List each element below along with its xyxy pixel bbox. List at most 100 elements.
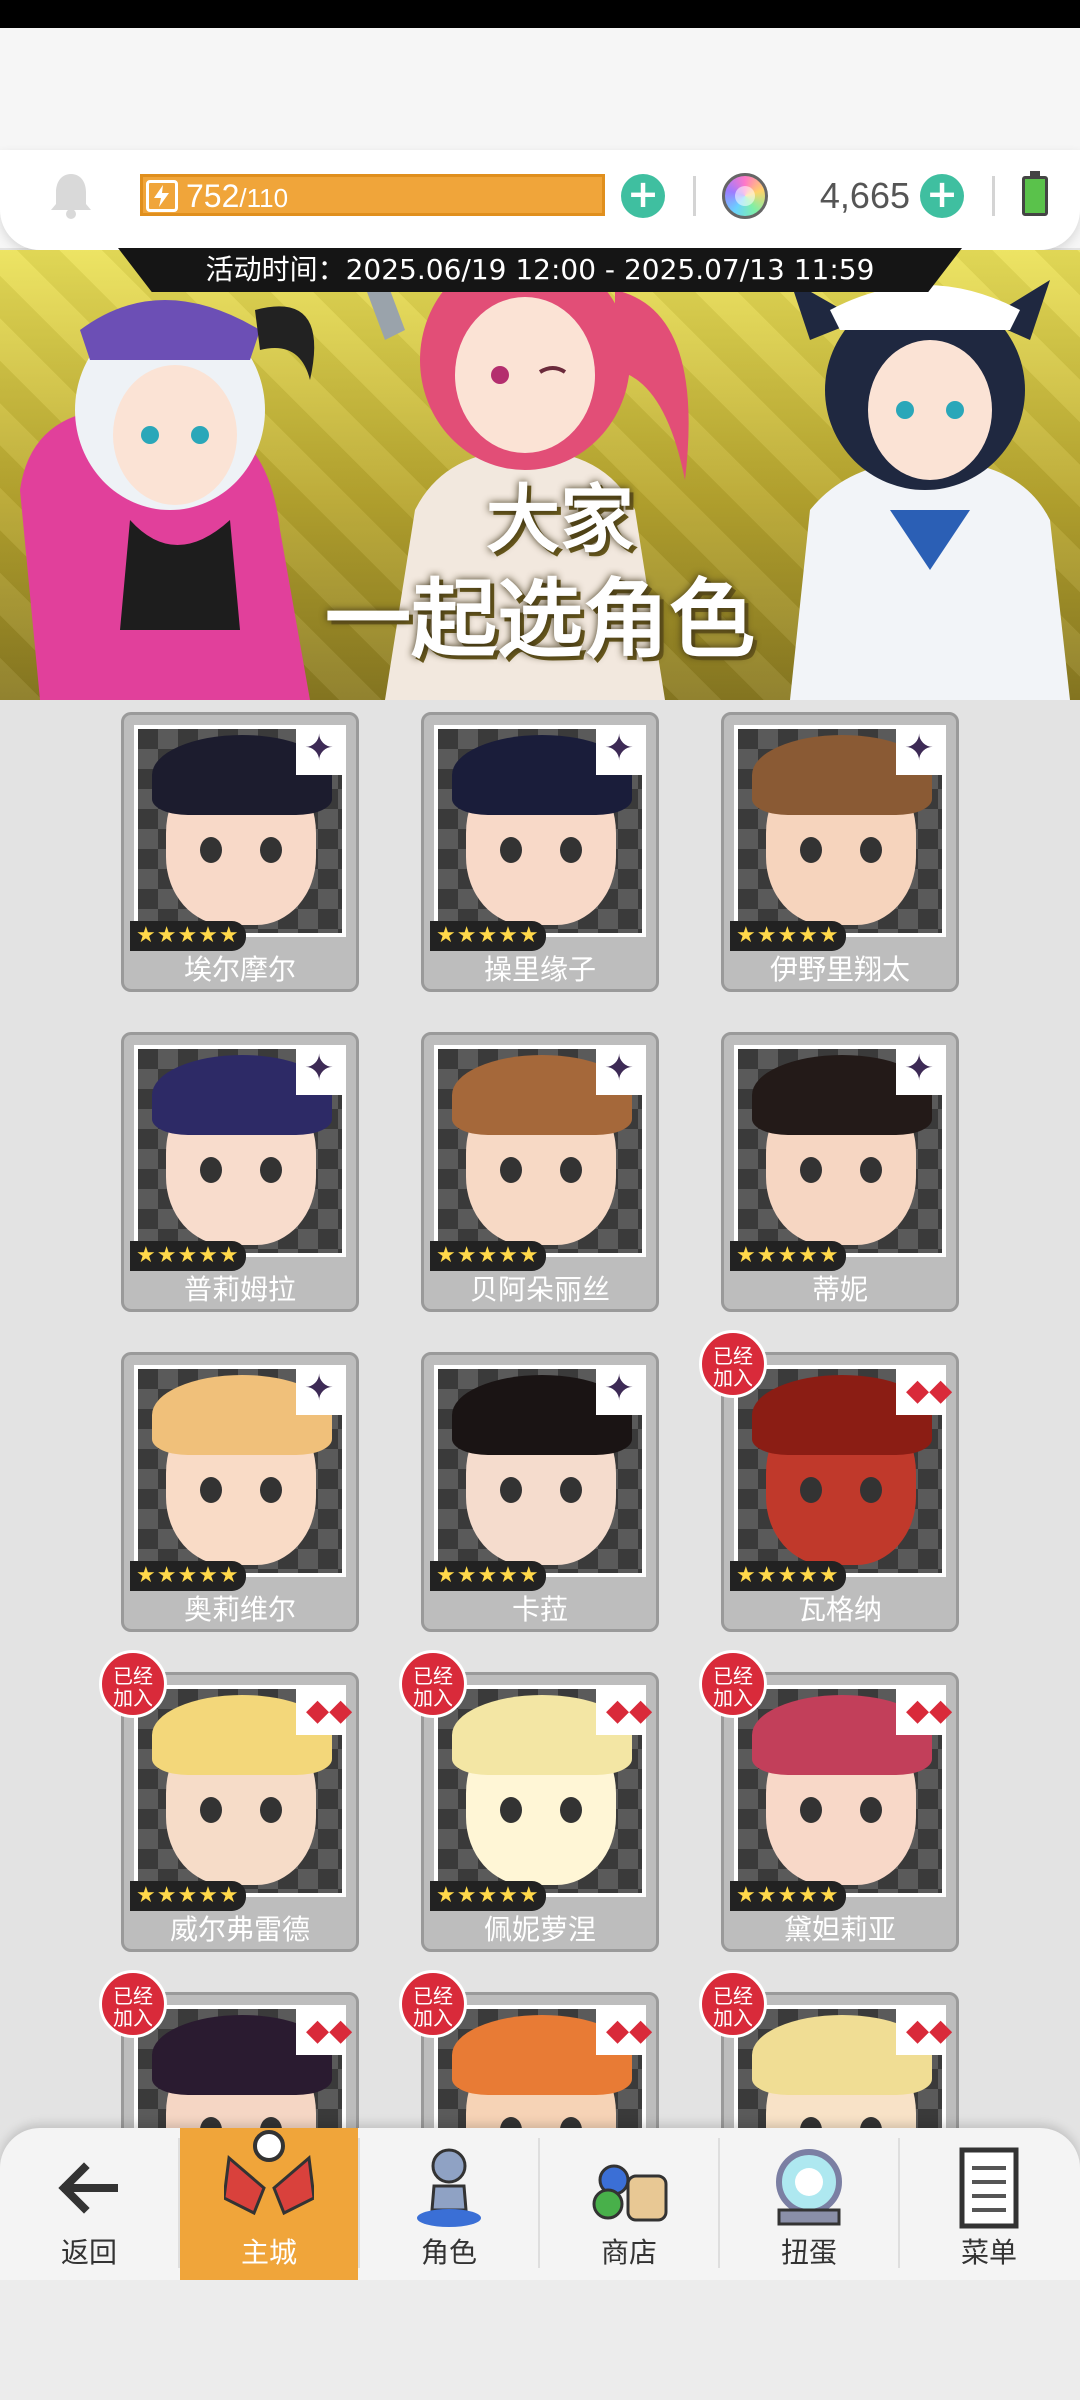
gacha-orb-icon — [776, 2149, 842, 2226]
character-card[interactable]: ◆◆ ★★★★★ 佩妮萝涅 — [421, 1672, 659, 1952]
character-card[interactable]: ✦ ★★★★★ 普莉姆拉 — [121, 1032, 359, 1312]
joined-label-line2: 加入 — [713, 1366, 753, 1390]
add-energy-button[interactable]: + — [621, 174, 665, 218]
diamond-rank-icon: ◆◆ — [896, 1685, 952, 1735]
rank-symbol: ◆◆ — [306, 1693, 353, 1728]
joined-label-line2: 加入 — [113, 1686, 153, 1710]
banner-title: 大家 一起选角色 — [300, 470, 780, 670]
joined-label-line1: 已经 — [413, 1664, 453, 1688]
joined-badge: 已经 加入 — [699, 1650, 767, 1718]
gem-icon — [722, 173, 768, 219]
nav-back-label: 返回 — [60, 2236, 117, 2269]
star-rating: ★★★★★ — [130, 1881, 246, 1911]
main-city-wings-icon — [224, 2130, 314, 2216]
nav-gacha[interactable]: 扭蛋 — [720, 2128, 898, 2280]
character-card[interactable]: ✦ ★★★★★ 奥莉维尔 — [121, 1352, 359, 1632]
character-name: 蒂妮 — [811, 1273, 868, 1306]
sparkle-rank-icon: ✦ — [596, 725, 646, 775]
rank-symbol: ✦ — [604, 1368, 635, 1409]
joined-badge: 已经 加入 — [99, 1970, 167, 2038]
character-name: 贝阿朵丽丝 — [469, 1273, 610, 1306]
gem-count: 4,665 — [819, 175, 910, 216]
nav-gacha-label: 扭蛋 — [780, 2236, 837, 2269]
joined-label-line2: 加入 — [413, 1686, 453, 1710]
diamond-rank-icon: ◆◆ — [296, 2005, 352, 2055]
divider — [992, 176, 995, 216]
diamond-rank-icon: ◆◆ — [896, 2005, 952, 2055]
character-card[interactable]: ✦ ★★★★★ 卡菈 — [421, 1352, 659, 1632]
character-card[interactable]: ✦ ★★★★★ 贝阿朵丽丝 — [421, 1032, 659, 1312]
nav-characters[interactable]: 角色 — [360, 2128, 538, 2280]
character-card[interactable]: ✦ ★★★★★ 蒂妮 — [721, 1032, 959, 1312]
event-time: 活动时间：2025.06/19 12:00 - 2025.07/13 11:59 — [205, 253, 875, 286]
rank-symbol: ◆◆ — [306, 2013, 353, 2048]
nav-main-city[interactable]: 主城 — [180, 2128, 358, 2280]
character-figure-icon — [417, 2148, 481, 2227]
joined-label-line2: 加入 — [113, 2006, 153, 2030]
star-rating: ★★★★★ — [430, 921, 546, 951]
rank-symbol: ✦ — [604, 1048, 635, 1089]
rank-symbol: ◆◆ — [906, 1693, 953, 1728]
star-rating: ★★★★★ — [430, 1881, 546, 1911]
notification-bell-icon[interactable] — [48, 170, 94, 220]
joined-label-line1: 已经 — [113, 1984, 153, 2008]
joined-label-line1: 已经 — [113, 1664, 153, 1688]
diamond-rank-icon: ◆◆ — [896, 1365, 952, 1415]
joined-badge: 已经 加入 — [399, 1650, 467, 1718]
back-arrow-icon — [58, 2162, 118, 2214]
sparkle-rank-icon: ✦ — [596, 1045, 646, 1095]
nav-main-city-label: 主城 — [240, 2236, 297, 2269]
joined-badge: 已经 加入 — [99, 1650, 167, 1718]
star-rating: ★★★★★ — [730, 1881, 846, 1911]
battery-icon — [1022, 171, 1048, 216]
nav-shop[interactable]: 商店 — [540, 2128, 718, 2280]
banner-title-line1: 大家 — [486, 477, 634, 563]
rank-symbol: ✦ — [604, 728, 635, 769]
star-rating: ★★★★★ — [730, 1561, 846, 1591]
sparkle-rank-icon: ✦ — [296, 1365, 346, 1415]
bottom-area — [0, 2280, 1080, 2400]
banner-character-right — [790, 280, 1070, 700]
joined-badge: 已经 加入 — [699, 1970, 767, 2038]
sparkle-rank-icon: ✦ — [896, 1045, 946, 1095]
add-gems-button[interactable]: + — [920, 174, 964, 218]
character-name: 佩妮萝涅 — [483, 1913, 596, 1946]
rank-symbol: ✦ — [904, 1048, 935, 1089]
character-name: 威尔弗雷德 — [169, 1913, 310, 1946]
nav-shop-label: 商店 — [600, 2236, 657, 2269]
joined-label-line1: 已经 — [413, 1984, 453, 2008]
nav-characters-label: 角色 — [420, 2236, 477, 2269]
character-card[interactable]: ◆◆ ★★★★★ 威尔弗雷德 — [121, 1672, 359, 1952]
nav-back[interactable]: 返回 — [0, 2128, 178, 2280]
nav-menu[interactable]: 菜单 — [900, 2128, 1078, 2280]
character-name: 埃尔摩尔 — [183, 953, 296, 986]
character-card[interactable]: ✦ ★★★★★ 伊野里翔太 — [721, 712, 959, 992]
sparkle-rank-icon: ✦ — [896, 725, 946, 775]
joined-label-line2: 加入 — [713, 2006, 753, 2030]
character-card[interactable]: ✦ ★★★★★ 操里缘子 — [421, 712, 659, 992]
joined-label-line2: 加入 — [713, 1686, 753, 1710]
character-name: 卡菈 — [511, 1593, 568, 1626]
nav-menu-label: 菜单 — [960, 2236, 1017, 2269]
rank-symbol: ◆◆ — [606, 2013, 653, 2048]
character-card[interactable]: ◆◆ ★★★★★ 黛妲莉亚 — [721, 1672, 959, 1952]
rank-symbol: ✦ — [304, 1368, 335, 1409]
diamond-rank-icon: ◆◆ — [596, 1685, 652, 1735]
divider — [693, 176, 696, 216]
sparkle-rank-icon: ✦ — [296, 725, 346, 775]
energy-value: 752/110 — [186, 178, 288, 216]
star-rating: ★★★★★ — [130, 921, 246, 951]
energy-max: /110 — [239, 183, 289, 213]
menu-list-icon — [959, 2147, 1019, 2229]
lightning-icon — [146, 180, 178, 212]
sparkle-rank-icon: ✦ — [296, 1045, 346, 1095]
character-name: 黛妲莉亚 — [783, 1913, 896, 1946]
rank-symbol: ✦ — [304, 1048, 335, 1089]
rank-symbol: ✦ — [904, 728, 935, 769]
character-card[interactable]: ✦ ★★★★★ 埃尔摩尔 — [121, 712, 359, 992]
joined-badge: 已经 加入 — [399, 1970, 467, 2038]
character-card[interactable]: ◆◆ ★★★★★ 瓦格纳 — [721, 1352, 959, 1632]
joined-badge: 已经 加入 — [699, 1330, 767, 1398]
star-rating: ★★★★★ — [730, 921, 846, 951]
joined-label-line1: 已经 — [713, 1984, 753, 2008]
